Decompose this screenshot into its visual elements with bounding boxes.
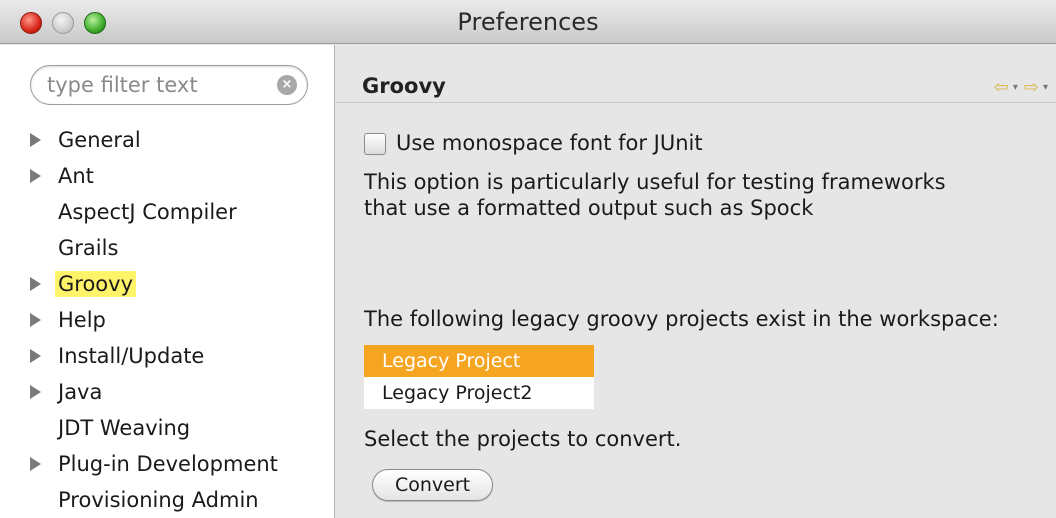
legacy-project-item[interactable]: Legacy Project	[364, 345, 594, 377]
expand-arrow-icon[interactable]	[30, 385, 41, 399]
monospace-option[interactable]: Use monospace font for JUnit	[364, 131, 1044, 167]
sidebar-item-label: Grails	[58, 236, 119, 260]
option-description-line1: This option is particularly useful for t…	[364, 170, 946, 194]
convert-button[interactable]: Convert	[372, 469, 494, 501]
sidebar-item-label: AspectJ Compiler	[58, 200, 237, 224]
sidebar-item[interactable]: Groovy	[0, 267, 335, 303]
clear-search-icon[interactable]: ×	[277, 75, 297, 95]
filter-field[interactable]: ×	[30, 65, 308, 105]
sidebar-item[interactable]: Plug-in Development	[0, 447, 335, 483]
sidebar-item[interactable]: General	[0, 123, 335, 159]
preferences-window: Preferences × General Ant AspectJ Compiler…	[0, 0, 1056, 518]
page-header: Groovy ⇦ ▾ ⇨ ▾	[336, 45, 1056, 103]
preferences-tree: General Ant AspectJ Compiler Grails Groovy He…	[0, 123, 335, 518]
back-menu-chevron-icon[interactable]: ▾	[1013, 82, 1018, 93]
expand-arrow-icon[interactable]	[30, 169, 41, 183]
expand-arrow-icon[interactable]	[30, 457, 41, 471]
sidebar-item[interactable]: AspectJ Compiler	[0, 195, 335, 231]
window-title: Preferences	[457, 8, 599, 36]
expand-arrow-icon[interactable]	[30, 313, 41, 327]
sidebar-item[interactable]: Ant	[0, 159, 335, 195]
expand-arrow-icon[interactable]	[30, 277, 41, 291]
filter-input[interactable]	[47, 72, 277, 98]
sidebar-item-label: Help	[58, 308, 106, 332]
expand-arrow-icon[interactable]	[30, 349, 41, 363]
sidebar-item-label: Java	[58, 380, 103, 404]
monospace-checkbox[interactable]	[364, 133, 386, 155]
preference-page: Groovy ⇦ ▾ ⇨ ▾ Use monospace font for JUni…	[336, 45, 1056, 518]
sidebar-item[interactable]: Java	[0, 375, 335, 411]
back-arrow-icon[interactable]: ⇦	[994, 77, 1009, 98]
sidebar-item-label: General	[58, 128, 141, 152]
sidebar-item-label: Groovy	[55, 271, 136, 297]
legacy-project-item[interactable]: Legacy Project2	[364, 377, 594, 409]
sidebar-item[interactable]: JDT Weaving	[0, 411, 335, 447]
option-description-line2: that use a formatted output such as Spoc…	[364, 196, 814, 220]
history-nav: ⇦ ▾ ⇨ ▾	[994, 77, 1048, 98]
forward-arrow-icon[interactable]: ⇨	[1024, 77, 1039, 98]
sidebar-item[interactable]: Grails	[0, 231, 335, 267]
legacy-project-list[interactable]: Legacy Project Legacy Project2	[364, 345, 594, 409]
sidebar-item-label: Ant	[58, 164, 94, 188]
sidebar-item-label: Plug-in Development	[58, 452, 278, 476]
legacy-projects-label: The following legacy groovy projects exi…	[364, 307, 999, 331]
select-projects-text: Select the projects to convert.	[364, 427, 682, 451]
sidebar-item-label: JDT Weaving	[58, 416, 191, 440]
monospace-checkbox-label[interactable]: Use monospace font for JUnit	[396, 131, 703, 155]
sidebar-item-label: Provisioning Admin	[58, 488, 259, 512]
sidebar-item[interactable]: Provisioning Admin	[0, 483, 335, 518]
sidebar-item[interactable]: Install/Update	[0, 339, 335, 375]
title-bar: Preferences	[0, 0, 1056, 44]
forward-menu-chevron-icon[interactable]: ▾	[1043, 82, 1048, 93]
page-content: Use monospace font for JUnit This option…	[364, 131, 1044, 501]
preferences-sidebar: × General Ant AspectJ Compiler Grails Groovy…	[0, 45, 335, 518]
expand-arrow-icon[interactable]	[30, 133, 41, 147]
page-title: Groovy	[362, 74, 446, 98]
sidebar-item-label: Install/Update	[58, 344, 205, 368]
sidebar-item[interactable]: Help	[0, 303, 335, 339]
